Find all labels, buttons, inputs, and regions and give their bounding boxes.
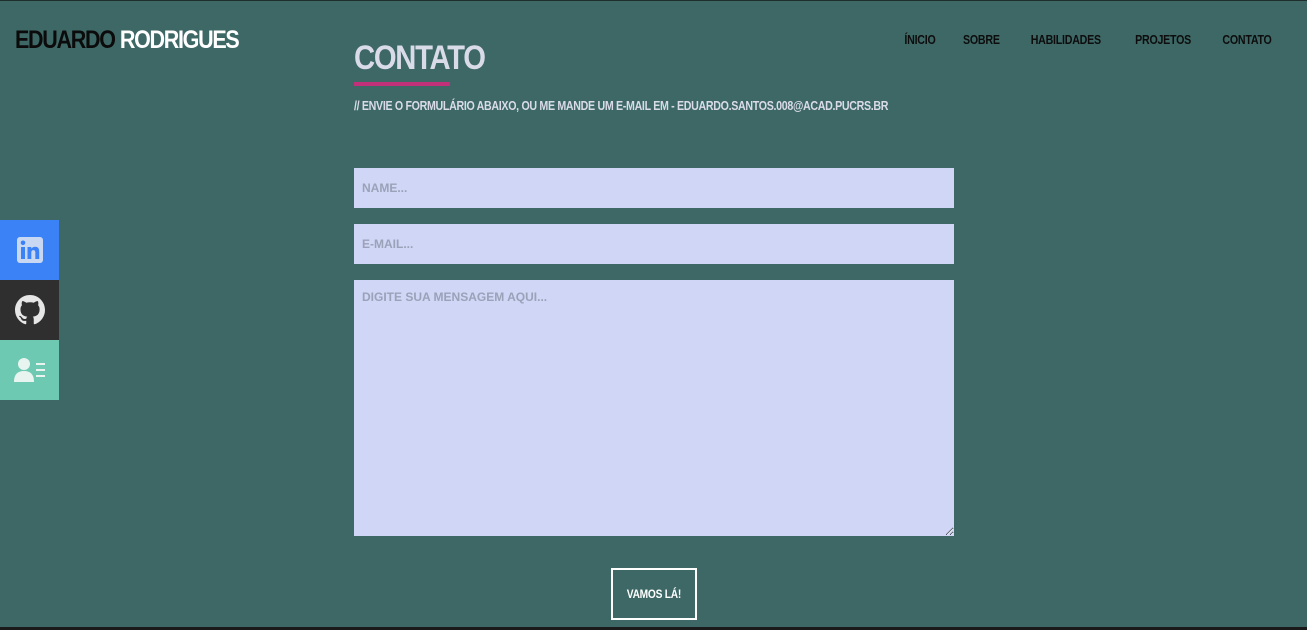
name-field[interactable] xyxy=(354,168,954,208)
page-title: CONTATO xyxy=(354,39,486,77)
linkedin-button[interactable] xyxy=(0,220,59,280)
nav-item-inicio[interactable]: ÍNICIO xyxy=(904,32,935,48)
logo-last-name: RODRIGUES xyxy=(119,26,240,54)
resume-icon xyxy=(13,358,45,382)
title-underline xyxy=(354,82,450,86)
submit-label: VAMOS LÁ! xyxy=(626,587,682,601)
top-border xyxy=(0,0,1307,1)
github-button[interactable] xyxy=(0,280,59,340)
resume-button[interactable] xyxy=(0,340,59,400)
site-logo[interactable]: EDUARDO RODRIGUES xyxy=(15,26,240,54)
logo-first-name: EDUARDO xyxy=(15,26,116,54)
nav-item-habilidades[interactable]: HABILIDADES xyxy=(1031,32,1101,48)
nav-item-contato[interactable]: CONTATO xyxy=(1222,32,1271,48)
linkedin-icon xyxy=(16,237,43,263)
main-nav: ÍNICIO SOBRE HABILIDADES PROJETOS CONTAT… xyxy=(881,32,1277,48)
social-sidebar xyxy=(0,220,59,400)
contact-subtitle: // ENVIE O FORMULÁRIO ABAIXO, OU ME MAND… xyxy=(354,98,889,113)
nav-item-projetos[interactable]: PROJETOS xyxy=(1135,32,1191,48)
nav-item-sobre[interactable]: SOBRE xyxy=(963,32,1000,48)
email-field[interactable] xyxy=(354,224,954,264)
github-icon xyxy=(14,295,45,325)
submit-button[interactable]: VAMOS LÁ! xyxy=(611,568,697,620)
message-field[interactable] xyxy=(354,280,954,536)
